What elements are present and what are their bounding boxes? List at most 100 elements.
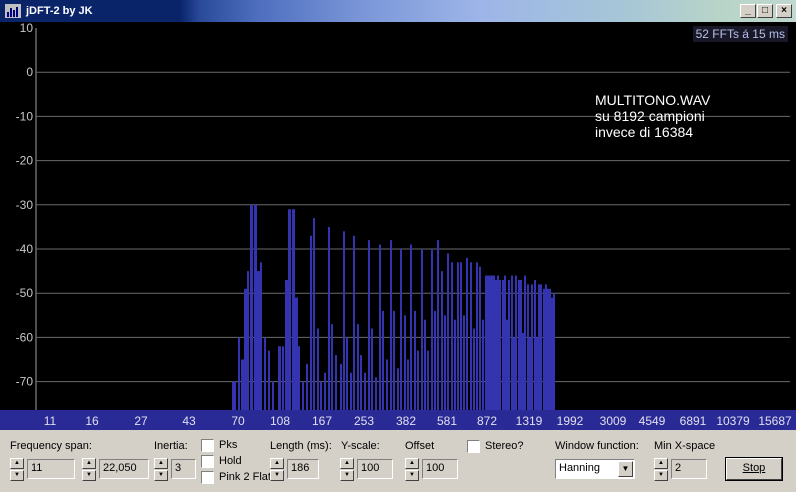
- length-field[interactable]: 186: [287, 459, 319, 479]
- spectrum-bar: [310, 235, 312, 410]
- spectrum-bar: [451, 262, 453, 410]
- spin-up-icon[interactable]: ▲: [654, 458, 668, 469]
- min-x-space-spinner[interactable]: ▲ ▼: [654, 458, 668, 482]
- frequency-from-field[interactable]: 11: [27, 459, 75, 479]
- spin-down-icon[interactable]: ▼: [340, 470, 354, 481]
- hold-checkbox[interactable]: [201, 455, 214, 468]
- spectrum-bar: [499, 279, 501, 410]
- spin-up-icon[interactable]: ▲: [405, 458, 419, 469]
- spin-up-icon[interactable]: ▲: [270, 458, 284, 469]
- spectrum-bar: [491, 275, 493, 410]
- x-tick-label: 43: [182, 414, 196, 428]
- spectrum-bar: [232, 381, 236, 410]
- offset-spinner[interactable]: ▲ ▼: [405, 458, 419, 482]
- stop-button[interactable]: Stop: [726, 458, 782, 480]
- inertia-spinner[interactable]: ▲ ▼: [154, 458, 168, 482]
- annotation-line-1: MULTITONO.WAV: [595, 92, 711, 108]
- spectrum-bar: [522, 332, 524, 410]
- spectrum-bar: [254, 204, 257, 410]
- y-scale-spinner[interactable]: ▲ ▼: [340, 458, 354, 482]
- spectrum-bar: [264, 337, 266, 410]
- spectrum-bar: [410, 244, 412, 410]
- x-tick-label: 1319: [516, 414, 543, 428]
- spectrum-bar: [536, 337, 538, 410]
- inertia-field[interactable]: 3: [171, 459, 196, 479]
- spectrum-bar: [504, 275, 506, 410]
- frequency-to-field[interactable]: 22,050: [99, 459, 149, 479]
- pink-2-flat-label: Pink 2 Flat: [219, 471, 271, 483]
- spectrum-bar: [518, 279, 520, 410]
- spectrum-bar: [424, 319, 426, 410]
- control-panel: Frequency span: ▲ ▼ 11 ▲ ▼ 22,050 Inertia:…: [0, 430, 796, 492]
- spectrum-bar: [506, 319, 508, 410]
- stereo-checkbox[interactable]: [467, 440, 480, 453]
- x-tick-label: 108: [270, 414, 290, 428]
- spin-up-icon[interactable]: ▲: [340, 458, 354, 469]
- offset-field[interactable]: 100: [422, 459, 458, 479]
- spin-down-icon[interactable]: ▼: [405, 470, 419, 481]
- stop-button-label: Stop: [742, 462, 766, 474]
- spectrum-bar: [545, 284, 547, 410]
- x-tick-label: 16: [85, 414, 99, 428]
- spin-up-icon[interactable]: ▲: [154, 458, 168, 469]
- spectrum-bar: [534, 279, 536, 410]
- spectrum-bar: [460, 262, 462, 410]
- y-tick-label: -70: [16, 375, 34, 389]
- spectrum-bar: [495, 279, 497, 410]
- spectrum-bar: [288, 209, 291, 410]
- spectrum-plot[interactable]: 10 0 -10 -20 -30 -40 -50 -60 -70 11 16 27 43 70 108 167…: [0, 22, 796, 430]
- spin-down-icon[interactable]: ▼: [82, 470, 96, 481]
- x-tick-label: 15687: [758, 414, 792, 428]
- y-scale-field[interactable]: 100: [357, 459, 393, 479]
- window-function-select[interactable]: Hanning ▼: [555, 459, 635, 479]
- spectrum-bar: [241, 359, 244, 410]
- spectrum-bar: [515, 275, 517, 410]
- plot-annotation: MULTITONO.WAV su 8192 campioni invece di…: [595, 92, 710, 140]
- title-bar[interactable]: jDFT-2 by JK _ □ ×: [0, 0, 796, 22]
- length-label: Length (ms):: [270, 440, 332, 452]
- spectrum-bar: [404, 315, 406, 410]
- spin-up-icon[interactable]: ▲: [10, 458, 24, 469]
- spectrum-bar: [375, 377, 377, 410]
- y-tick-label: 10: [20, 22, 34, 35]
- spectrum-bar: [457, 262, 459, 410]
- spectrum-icon: [5, 4, 21, 18]
- pks-checkbox[interactable]: [201, 439, 214, 452]
- frequency-to-spinner[interactable]: ▲ ▼: [82, 458, 96, 482]
- spectrum-bar: [353, 235, 355, 410]
- spectrum-bar: [493, 275, 495, 410]
- spectrum-bar: [527, 284, 529, 410]
- spin-down-icon[interactable]: ▼: [654, 470, 668, 481]
- spectrum-bar: [386, 359, 388, 410]
- spectrum-bar: [511, 275, 513, 410]
- spectrum-bar: [360, 355, 362, 410]
- x-tick-label: 581: [437, 414, 457, 428]
- y-tick-label: -40: [16, 242, 34, 256]
- spectrum-bar: [454, 319, 456, 410]
- x-tick-label: 6891: [680, 414, 707, 428]
- minimize-button[interactable]: _: [740, 4, 756, 18]
- spectrum-bar: [244, 288, 247, 410]
- spectrum-bar: [260, 262, 262, 410]
- length-spinner[interactable]: ▲ ▼: [270, 458, 284, 482]
- maximize-button[interactable]: □: [757, 4, 773, 18]
- chevron-down-icon[interactable]: ▼: [618, 461, 633, 477]
- window-function-label: Window function:: [555, 440, 639, 452]
- frequency-from-spinner[interactable]: ▲ ▼: [10, 458, 24, 482]
- y-tick-label: -60: [16, 330, 34, 344]
- spin-down-icon[interactable]: ▼: [10, 470, 24, 481]
- spin-up-icon[interactable]: ▲: [82, 458, 96, 469]
- spectrum-bar: [485, 275, 487, 410]
- close-button[interactable]: ×: [776, 4, 792, 18]
- spectrum-bar: [320, 381, 322, 410]
- spin-down-icon[interactable]: ▼: [154, 470, 168, 481]
- spectrum-bar: [397, 368, 399, 410]
- y-tick-label: -20: [16, 154, 34, 168]
- pink-2-flat-checkbox[interactable]: [201, 471, 214, 484]
- min-x-space-field[interactable]: 2: [671, 459, 707, 479]
- spectrum-bar: [470, 262, 472, 410]
- spectrum-bar: [447, 253, 449, 410]
- x-tick-label: 11: [44, 414, 57, 428]
- spin-down-icon[interactable]: ▼: [270, 470, 284, 481]
- y-scale-label: Y-scale:: [341, 440, 380, 452]
